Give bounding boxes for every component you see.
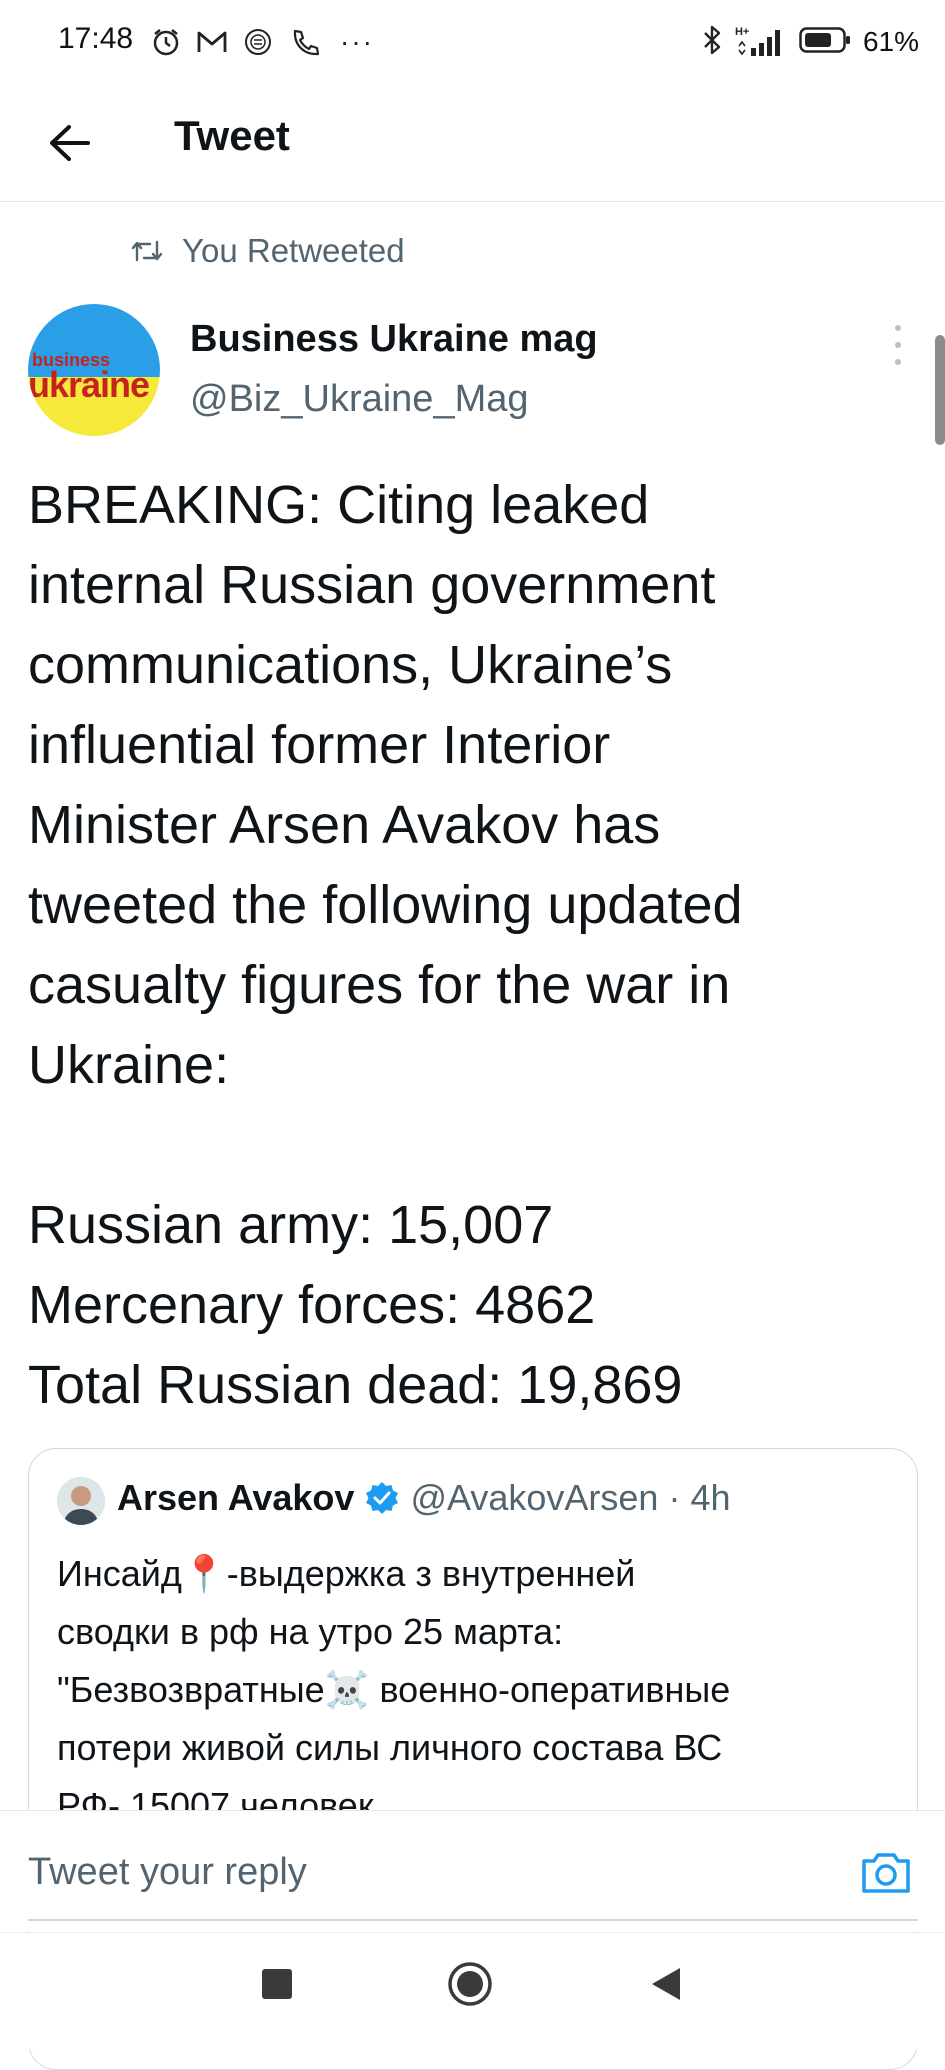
tweet-line: tweeted the following updated xyxy=(28,875,743,935)
quoted-line: сводки в рф на утро 25 марта: xyxy=(57,1611,564,1652)
bluetooth-icon xyxy=(701,24,723,61)
tweet-line: BREAKING: Citing leaked xyxy=(28,475,650,535)
reply-bar: Tweet your reply xyxy=(0,1810,945,1931)
home-button[interactable] xyxy=(447,1961,493,2007)
avatar[interactable]: business ukraine xyxy=(28,304,160,436)
quoted-text: Инсайд📍-выдержка з внутренней сводки в р… xyxy=(57,1545,897,1835)
battery-icon xyxy=(799,26,851,59)
status-time: 17:48 xyxy=(58,22,134,55)
more-dots-icon: ··· xyxy=(340,26,374,57)
quoted-author-name: Arsen Avakov xyxy=(117,1477,355,1518)
quoted-line: потери живой силы личного состава ВС xyxy=(57,1727,723,1768)
signal-icon: H+ xyxy=(735,26,787,58)
retweet-label: You Retweeted xyxy=(182,232,405,269)
battery-percent: 61% xyxy=(862,26,919,57)
camera-icon[interactable] xyxy=(858,1845,914,1901)
phone-icon xyxy=(288,26,320,58)
tweet-line: influential former Interior xyxy=(28,715,611,775)
system-back-button[interactable] xyxy=(648,1965,684,2003)
retweet-icon xyxy=(131,240,163,262)
app-header: Tweet xyxy=(0,86,945,202)
quoted-line: Инсайд📍-выдержка з внутренней xyxy=(57,1553,636,1594)
tweet-line: Ukraine: xyxy=(28,1035,230,1095)
page-title: Tweet xyxy=(174,112,290,159)
author-name[interactable]: Business Ukraine mag xyxy=(190,318,598,361)
gmail-icon xyxy=(196,26,228,58)
tweet-line: casualty figures for the war in xyxy=(28,955,731,1015)
arrow-left-icon xyxy=(50,125,90,161)
retweet-indicator: You Retweeted xyxy=(130,232,405,270)
recent-apps-button[interactable] xyxy=(262,1969,292,1999)
system-nav-bar xyxy=(0,1932,945,2049)
tweet-text: BREAKING: Citing leaked internal Russian… xyxy=(28,465,918,1425)
back-button[interactable] xyxy=(40,114,98,172)
tweet-line: communications, Ukraine’s xyxy=(28,635,673,695)
quoted-author-handle: @AvakovArsen xyxy=(410,1477,659,1518)
alarm-icon xyxy=(150,26,182,58)
quoted-separator: · xyxy=(668,1477,681,1518)
reply-underline xyxy=(28,1919,918,1921)
scrollbar[interactable] xyxy=(935,335,945,445)
quoted-header: Arsen Avakov @AvakovArsen · 4h xyxy=(117,1477,731,1519)
tweet-figure-line: Russian army: 15,007 xyxy=(28,1195,554,1255)
quoted-line: "Безвозвратные☠️ военно-оперативные xyxy=(57,1669,731,1710)
status-icons-right: H+ 61% xyxy=(701,20,919,64)
quoted-avatar xyxy=(57,1477,105,1525)
quoted-time: 4h xyxy=(690,1477,731,1518)
tweet-figure-line: Mercenary forces: 4862 xyxy=(28,1275,596,1335)
status-icons-left: ··· xyxy=(150,20,374,64)
tweet-figure-line: Total Russian dead: 19,869 xyxy=(28,1355,683,1415)
football-club-icon xyxy=(242,26,274,58)
author-handle[interactable]: @Biz_Ukraine_Mag xyxy=(190,378,529,421)
tweet-line: Minister Arsen Avakov has xyxy=(28,795,661,855)
verified-badge-icon xyxy=(364,1480,400,1516)
tweet-line: internal Russian government xyxy=(28,555,716,615)
status-bar: 17:48 ··· H+ 61% xyxy=(0,0,945,86)
more-options-icon[interactable] xyxy=(888,325,908,365)
avatar-logo-ukraine: ukraine xyxy=(28,364,150,405)
reply-input[interactable]: Tweet your reply xyxy=(28,1851,307,1894)
